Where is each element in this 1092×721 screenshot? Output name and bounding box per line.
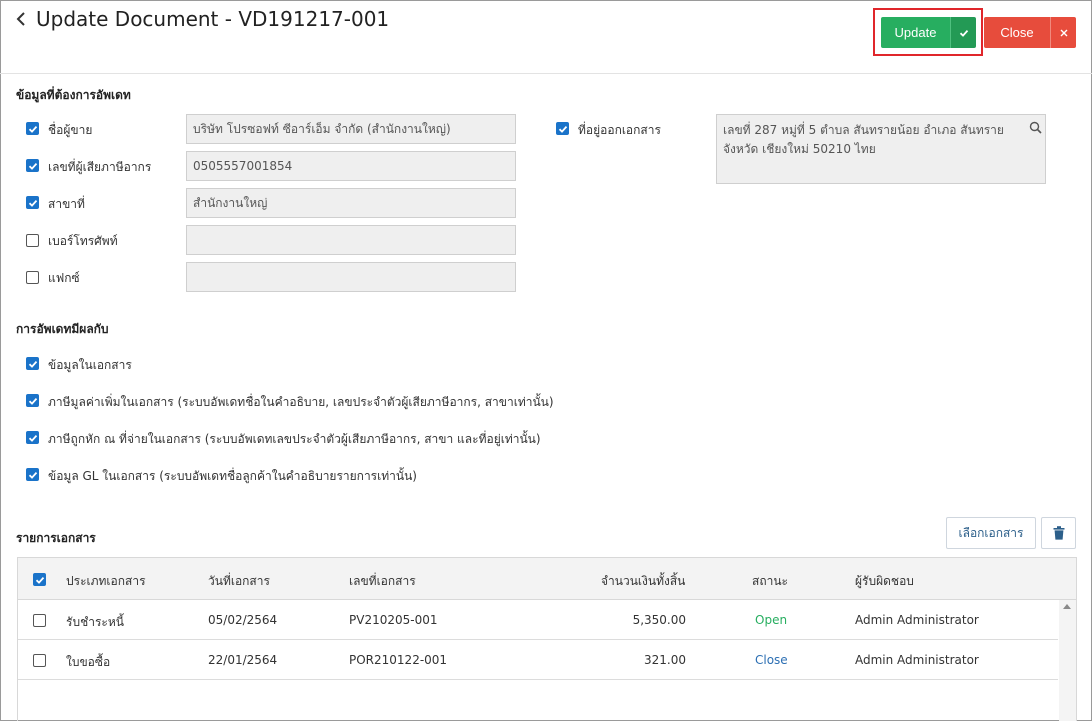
trash-icon	[1053, 526, 1064, 540]
option-wht: ภาษีถูกหัก ณ ที่จ่ายในเอกสาร (ระบบอัพเดท…	[48, 432, 541, 446]
row-checkbox[interactable]	[33, 654, 46, 667]
cell-owner: Admin Administrator	[855, 653, 979, 667]
checkbox-phone[interactable]	[26, 234, 39, 247]
table-row[interactable]: ใบขอซื้อ 22/01/2564 POR210122-001 321.00…	[18, 640, 1058, 680]
cell-type: รับชำระหนี้	[66, 615, 124, 629]
check-icon	[28, 397, 37, 405]
cell-number: PV210205-001	[349, 613, 438, 627]
effect-section-title: การอัพเดทมีผลกับ	[16, 322, 109, 336]
check-icon	[28, 125, 37, 133]
cell-date: 22/01/2564	[208, 653, 278, 667]
cell-owner: Admin Administrator	[855, 613, 979, 627]
column-header-status[interactable]: สถานะ	[752, 572, 788, 591]
check-icon	[35, 576, 44, 584]
checkbox-tax-id[interactable]	[26, 159, 39, 172]
documents-table: ประเภทเอกสาร วันที่เอกสาร เลขที่เอกสาร จ…	[17, 557, 1077, 721]
option-gl: ข้อมูล GL ในเอกสาร (ระบบอัพเดทชื่อลูกค้า…	[48, 469, 417, 483]
select-documents-button[interactable]: เลือกเอกสาร	[946, 517, 1036, 549]
checkbox-fax[interactable]	[26, 271, 39, 284]
check-icon	[959, 29, 968, 37]
check-icon	[28, 471, 37, 479]
search-icon[interactable]	[1029, 121, 1042, 134]
documents-section-title: รายการเอกสาร	[16, 531, 96, 545]
update-section-title: ข้อมูลที่ต้องการอัพเดท	[16, 88, 131, 102]
page-title: Update Document - VD191217-001	[36, 7, 390, 31]
scroll-up-arrow-icon[interactable]	[1063, 604, 1071, 609]
checkbox-vendor-name[interactable]	[26, 122, 39, 135]
check-icon	[558, 125, 567, 133]
close-x-button[interactable]	[1050, 17, 1076, 48]
check-icon	[28, 434, 37, 442]
update-button[interactable]: Update	[881, 17, 950, 48]
checkbox-doc-data[interactable]	[26, 357, 39, 370]
label-branch: สาขาที่	[48, 197, 85, 211]
check-icon	[28, 360, 37, 368]
branch-field[interactable]: สำนักงานใหญ่	[186, 188, 516, 218]
tax-id-field[interactable]: 0505557001854	[186, 151, 516, 181]
column-header-number[interactable]: เลขที่เอกสาร	[349, 572, 416, 591]
vendor-name-field[interactable]: บริษัท โปรซอฟท์ ซีอาร์เอ็ม จำกัด (สำนักง…	[186, 114, 516, 144]
checkbox-branch[interactable]	[26, 196, 39, 209]
address-field[interactable]: เลขที่ 287 หมู่ที่ 5 ตำบล สันทรายน้อย อำ…	[716, 114, 1046, 184]
column-header-owner[interactable]: ผู้รับผิดชอบ	[855, 572, 914, 591]
option-vat: ภาษีมูลค่าเพิ่มในเอกสาร (ระบบอัพเดทชื่อใ…	[48, 395, 554, 409]
cell-number: POR210122-001	[349, 653, 448, 667]
column-header-type[interactable]: ประเภทเอกสาร	[66, 572, 146, 591]
label-fax: แฟกซ์	[48, 271, 80, 285]
delete-button[interactable]	[1041, 517, 1076, 549]
checkbox-address[interactable]	[556, 122, 569, 135]
cell-amount: 5,350.00	[632, 613, 686, 627]
close-button[interactable]: Close	[984, 17, 1050, 48]
row-checkbox[interactable]	[33, 614, 46, 627]
column-header-amount[interactable]: จำนวนเงินทั้งสิ้น	[601, 572, 685, 591]
label-phone: เบอร์โทรศัพท์	[48, 234, 118, 248]
cell-amount: 321.00	[644, 653, 686, 667]
update-options-button[interactable]	[950, 17, 976, 48]
cell-date: 05/02/2564	[208, 613, 278, 627]
check-icon	[28, 199, 37, 207]
page-header: Update Document - VD191217-001 Update Cl…	[0, 0, 1092, 74]
check-icon	[28, 162, 37, 170]
cell-status: Open	[755, 613, 788, 627]
fax-field[interactable]	[186, 262, 516, 292]
table-scrollbar[interactable]	[1059, 600, 1076, 721]
checkbox-vat[interactable]	[26, 394, 39, 407]
label-address: ที่อยู่ออกเอกสาร	[578, 123, 661, 137]
close-icon	[1060, 29, 1067, 36]
option-doc-data: ข้อมูลในเอกสาร	[48, 358, 132, 372]
checkbox-wht[interactable]	[26, 431, 39, 444]
column-header-date[interactable]: วันที่เอกสาร	[208, 572, 270, 591]
label-vendor-name: ชื่อผู้ขาย	[48, 123, 93, 137]
table-header: ประเภทเอกสาร วันที่เอกสาร เลขที่เอกสาร จ…	[18, 558, 1076, 600]
checkbox-gl[interactable]	[26, 468, 39, 481]
cell-status: Close	[755, 653, 788, 667]
cell-type: ใบขอซื้อ	[66, 655, 111, 669]
back-icon[interactable]	[13, 10, 31, 28]
checkbox-select-all[interactable]	[33, 573, 46, 586]
label-tax-id: เลขที่ผู้เสียภาษีอากร	[48, 160, 152, 174]
phone-field[interactable]	[186, 225, 516, 255]
table-row[interactable]: รับชำระหนี้ 05/02/2564 PV210205-001 5,35…	[18, 600, 1058, 640]
